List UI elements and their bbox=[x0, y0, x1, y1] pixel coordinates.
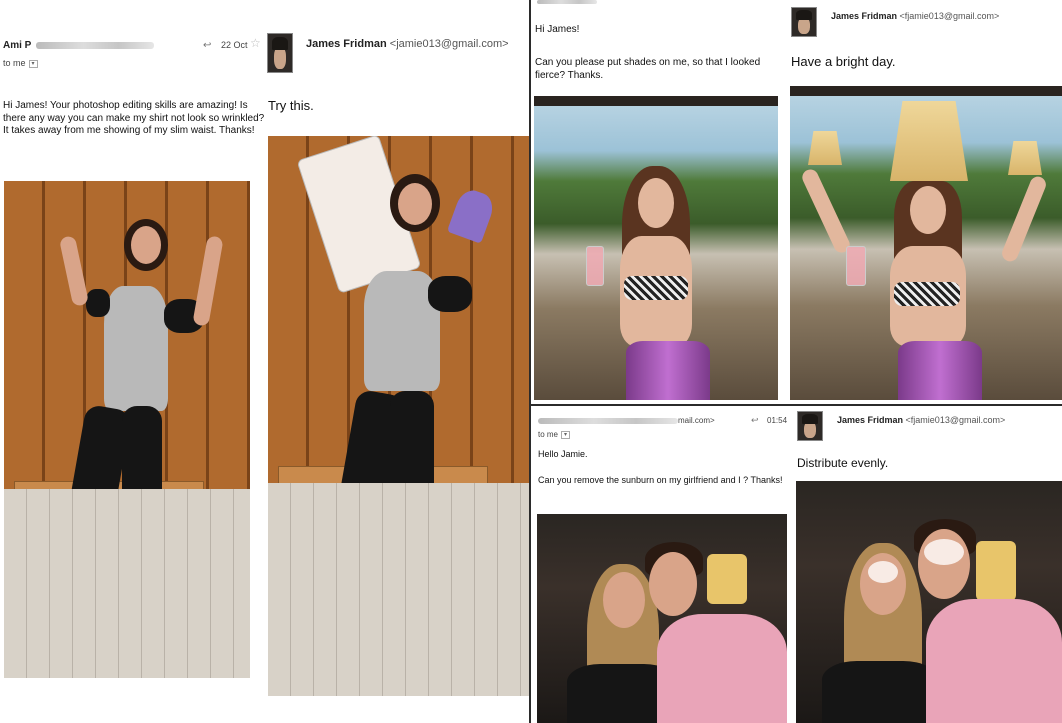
original-photo bbox=[534, 96, 778, 400]
bikini-top bbox=[624, 276, 688, 300]
redacted-email bbox=[538, 418, 678, 424]
clothes-iron bbox=[446, 186, 498, 244]
email-time: 01:54 bbox=[767, 416, 788, 425]
greeting: Hi James! bbox=[535, 24, 580, 35]
person-leg-right bbox=[390, 391, 434, 641]
drink-glass bbox=[846, 246, 866, 286]
reply-text: Distribute evenly. bbox=[797, 456, 889, 470]
man-face bbox=[649, 552, 697, 616]
edited-photo bbox=[796, 481, 1062, 723]
person-sleeve-left bbox=[86, 289, 110, 317]
woman-face bbox=[603, 572, 645, 628]
sunscreen-on-man bbox=[924, 539, 964, 565]
bikini-top bbox=[894, 282, 960, 306]
person-face bbox=[910, 186, 946, 234]
chevron-down-icon[interactable]: ▾ bbox=[561, 430, 571, 439]
to-me-label: to me bbox=[3, 58, 26, 68]
man-shirt bbox=[657, 614, 787, 723]
reply-sender: James Fridman <jamie013@gmail.com> bbox=[306, 38, 509, 50]
reply-sender: James Fridman <fjamie013@gmail.com> bbox=[831, 11, 999, 21]
reply-sender-email: <fjamie013@gmail.com> bbox=[905, 415, 1006, 425]
person-shirt bbox=[104, 286, 168, 411]
email-panel-shades: Hi James! Can you please put shades on m… bbox=[531, 0, 1062, 404]
edited-photo bbox=[268, 136, 529, 696]
reply-icon[interactable]: ↩ bbox=[751, 415, 759, 426]
person-arm-left bbox=[58, 235, 90, 307]
reply-sender-name: James Fridman bbox=[306, 38, 387, 50]
reply-sender-name: James Fridman bbox=[831, 11, 898, 21]
reply-text: Try this. bbox=[268, 98, 314, 113]
email-panel-shirt: Ami P ↩ 22 Oct ☆ to me ▾ James Fridman <j… bbox=[0, 0, 529, 723]
avatar bbox=[267, 33, 293, 73]
email-date: 22 Oct bbox=[221, 40, 248, 50]
person-arm-right bbox=[999, 174, 1049, 264]
reply-sender: James Fridman <fjamie013@gmail.com> bbox=[837, 415, 1005, 425]
awning bbox=[790, 86, 1062, 96]
skirt bbox=[626, 341, 710, 400]
drink-glass bbox=[586, 246, 604, 286]
background-decoration bbox=[976, 541, 1016, 601]
original-photo bbox=[537, 514, 787, 723]
awning bbox=[534, 96, 778, 106]
email-panel-sunburn: mail.com> ↩ 01:54 to me ▾ Hello Jamie. Ca… bbox=[531, 406, 1062, 723]
person-leg-left bbox=[45, 403, 133, 644]
redacted-email bbox=[36, 42, 154, 49]
skirt bbox=[898, 341, 982, 400]
person-face bbox=[131, 226, 161, 264]
man-shirt bbox=[926, 599, 1062, 723]
chevron-down-icon[interactable]: ▾ bbox=[28, 59, 38, 68]
greeting: Hello Jamie. bbox=[538, 449, 588, 459]
person-leg-right bbox=[122, 406, 162, 636]
star-icon[interactable]: ☆ bbox=[250, 36, 261, 50]
redacted-header bbox=[537, 0, 597, 4]
person-face bbox=[398, 183, 432, 225]
sunscreen-on-woman bbox=[868, 561, 898, 583]
reply-sender-email: <fjamie013@gmail.com> bbox=[899, 11, 1000, 21]
reply-icon[interactable]: ↩ bbox=[203, 40, 211, 51]
person-arm-left bbox=[799, 166, 853, 256]
to-me-label: to me bbox=[538, 430, 559, 439]
sender-name: Ami P bbox=[3, 40, 32, 51]
background-decoration bbox=[707, 554, 747, 604]
person-face bbox=[638, 178, 674, 228]
reply-sender-name: James Fridman bbox=[837, 415, 904, 425]
message-body: Can you remove the sunburn on my girlfri… bbox=[538, 475, 783, 485]
person-sleeve-right bbox=[428, 276, 472, 312]
edited-photo bbox=[790, 86, 1062, 400]
avatar bbox=[797, 411, 823, 441]
sender-email-fragment: mail.com> bbox=[678, 416, 715, 425]
message-body: Can you please put shades on me, so that… bbox=[535, 57, 761, 81]
to-line: to me ▾ bbox=[3, 58, 38, 68]
lampshade-left bbox=[808, 131, 842, 165]
to-line: to me ▾ bbox=[538, 430, 571, 439]
message-body: Hi James! Your photoshop editing skills … bbox=[3, 100, 265, 136]
person-arm-right bbox=[192, 235, 224, 327]
woman-top bbox=[822, 661, 938, 723]
lampshade-big bbox=[890, 101, 968, 181]
avatar bbox=[791, 7, 817, 37]
original-photo bbox=[4, 181, 250, 678]
lampshade-right bbox=[1008, 141, 1042, 175]
reply-sender-email: <jamie013@gmail.com> bbox=[389, 38, 509, 50]
reply-text: Have a bright day. bbox=[791, 54, 896, 69]
